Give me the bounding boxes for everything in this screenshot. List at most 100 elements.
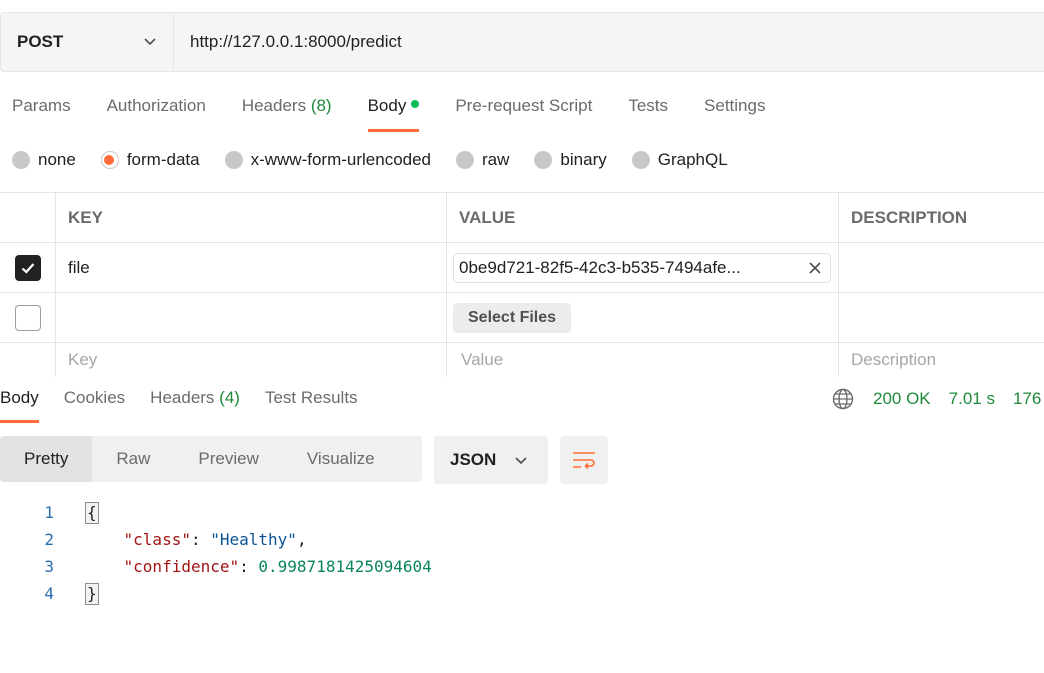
line-number: 3 <box>44 557 54 576</box>
tab-settings[interactable]: Settings <box>704 96 765 124</box>
modified-dot-icon <box>411 100 420 108</box>
globe-icon[interactable] <box>832 388 854 410</box>
code-line: 1 { <box>0 499 432 526</box>
file-chip[interactable]: 0be9d721-82f5-42c3-b535-7494afe... <box>453 252 831 283</box>
radio-x-www-form-urlencoded[interactable]: x-www-form-urlencoded <box>224 150 432 170</box>
radio-form-data[interactable]: form-data <box>100 150 200 170</box>
brace-open: { <box>85 501 99 524</box>
chevron-down-icon <box>144 38 156 46</box>
response-size[interactable]: 176 <box>1013 389 1041 409</box>
close-icon[interactable] <box>808 261 822 275</box>
code-line: 2 "class": "Healthy", <box>0 526 432 553</box>
tab-label: Pre-request Script <box>455 96 593 115</box>
json-number-value: 0.9987181425094604 <box>258 557 432 576</box>
tab-label: Cookies <box>63 388 126 407</box>
line-number: 4 <box>44 584 54 603</box>
table-row-new: Key Value Description <box>0 343 1044 377</box>
view-preview[interactable]: Preview <box>174 436 282 482</box>
radio-label: none <box>38 150 76 169</box>
format-select[interactable]: JSON <box>434 436 548 484</box>
row-checkbox[interactable] <box>14 304 41 331</box>
key-text: file <box>68 257 90 277</box>
description-input[interactable] <box>839 243 1044 292</box>
tab-headers[interactable]: Headers (8) <box>242 96 332 124</box>
tab-label: Headers <box>241 96 307 115</box>
view-visualize[interactable]: Visualize <box>283 436 399 482</box>
tab-label: Tests <box>628 96 669 115</box>
tab-label: Body <box>0 388 39 407</box>
radio-graphql[interactable]: GraphQL <box>631 150 728 170</box>
form-data-table: KEY VALUE DESCRIPTION file 0be9d721-82f5… <box>0 192 1044 377</box>
request-tabs: Params Authorization Headers (8) Body Pr… <box>12 96 801 132</box>
code-text: } <box>85 582 99 605</box>
header-check-cell <box>0 193 56 242</box>
code-text: { <box>85 501 99 524</box>
description-input[interactable] <box>839 293 1044 342</box>
line-number: 2 <box>44 530 54 549</box>
method-select[interactable]: POST <box>1 13 174 71</box>
url-input[interactable]: http://127.0.0.1:8000/predict <box>174 13 402 71</box>
radio-none[interactable]: none <box>12 150 76 170</box>
radio-circle-icon <box>456 151 475 169</box>
tab-params[interactable]: Params <box>12 96 71 124</box>
brace-close: } <box>85 582 99 605</box>
select-files-button[interactable]: Select Files <box>453 302 572 333</box>
line-number: 1 <box>44 503 54 522</box>
row-checkbox[interactable] <box>14 254 41 281</box>
method-label: POST <box>17 32 64 51</box>
tab-label: Headers <box>150 388 215 407</box>
tab-label: Params <box>12 96 71 115</box>
response-code-view: 1 { 2 "class": "Healthy", 3 "confidence"… <box>0 499 432 607</box>
checkmark-icon <box>21 262 34 274</box>
response-tab-body[interactable]: Body <box>0 388 39 423</box>
radio-circle-icon <box>224 151 243 169</box>
key-input[interactable]: file <box>56 243 447 292</box>
json-key: "class" <box>123 530 191 549</box>
response-tab-headers[interactable]: Headers (4) <box>150 388 240 414</box>
radio-circle-icon <box>534 151 553 169</box>
tab-pre-request-script[interactable]: Pre-request Script <box>455 96 592 124</box>
code-text: "confidence": 0.9987181425094604 <box>123 557 432 576</box>
json-key: "confidence" <box>123 557 240 576</box>
wrap-lines-icon <box>573 452 595 470</box>
value-cell: Select Files <box>447 293 839 342</box>
response-tab-test-results[interactable]: Test Results <box>265 388 358 414</box>
header-key: KEY <box>56 193 447 242</box>
chevron-down-icon <box>515 457 527 465</box>
tab-body[interactable]: Body <box>367 96 420 132</box>
radio-circle-icon <box>631 151 650 169</box>
response-tab-cookies[interactable]: Cookies <box>64 388 125 414</box>
table-row: Select Files <box>0 293 1044 343</box>
header-description: DESCRIPTION <box>851 207 968 227</box>
response-time[interactable]: 7.01 s <box>949 389 995 409</box>
view-mode-toggle: Pretty Raw Preview Visualize <box>0 436 422 482</box>
file-name: 0be9d721-82f5-42c3-b535-7494afe... <box>459 257 741 277</box>
table-header-row: KEY VALUE DESCRIPTION <box>0 193 1044 243</box>
radio-label: GraphQL <box>657 150 728 169</box>
url-text: http://127.0.0.1:8000/predict <box>190 32 402 51</box>
radio-label: x-www-form-urlencoded <box>250 150 432 169</box>
view-pretty[interactable]: Pretty <box>0 436 93 482</box>
radio-label: raw <box>482 150 510 169</box>
key-placeholder[interactable]: Key <box>56 343 447 377</box>
tab-tests[interactable]: Tests <box>628 96 668 124</box>
wrap-lines-button[interactable] <box>560 436 608 484</box>
tab-count: (4) <box>219 388 240 407</box>
description-placeholder[interactable]: Description <box>839 343 1044 377</box>
view-raw[interactable]: Raw <box>92 436 174 482</box>
key-input[interactable] <box>56 293 447 342</box>
radio-circle-icon <box>12 151 30 169</box>
row-check-cell <box>0 243 56 292</box>
row-check-cell <box>0 293 56 342</box>
radio-label: binary <box>560 150 607 169</box>
tab-label: Authorization <box>106 96 206 115</box>
response-tabs: Body Cookies Headers (4) Test Results <box>0 388 383 423</box>
tab-label: Test Results <box>264 388 358 407</box>
status-code[interactable]: 200 OK <box>873 389 931 409</box>
radio-binary[interactable]: binary <box>534 150 607 170</box>
value-placeholder[interactable]: Value <box>447 343 839 377</box>
radio-raw[interactable]: raw <box>456 150 509 170</box>
tab-authorization[interactable]: Authorization <box>107 96 206 124</box>
tab-label: Settings <box>704 96 766 115</box>
code-line: 4 } <box>0 580 432 607</box>
